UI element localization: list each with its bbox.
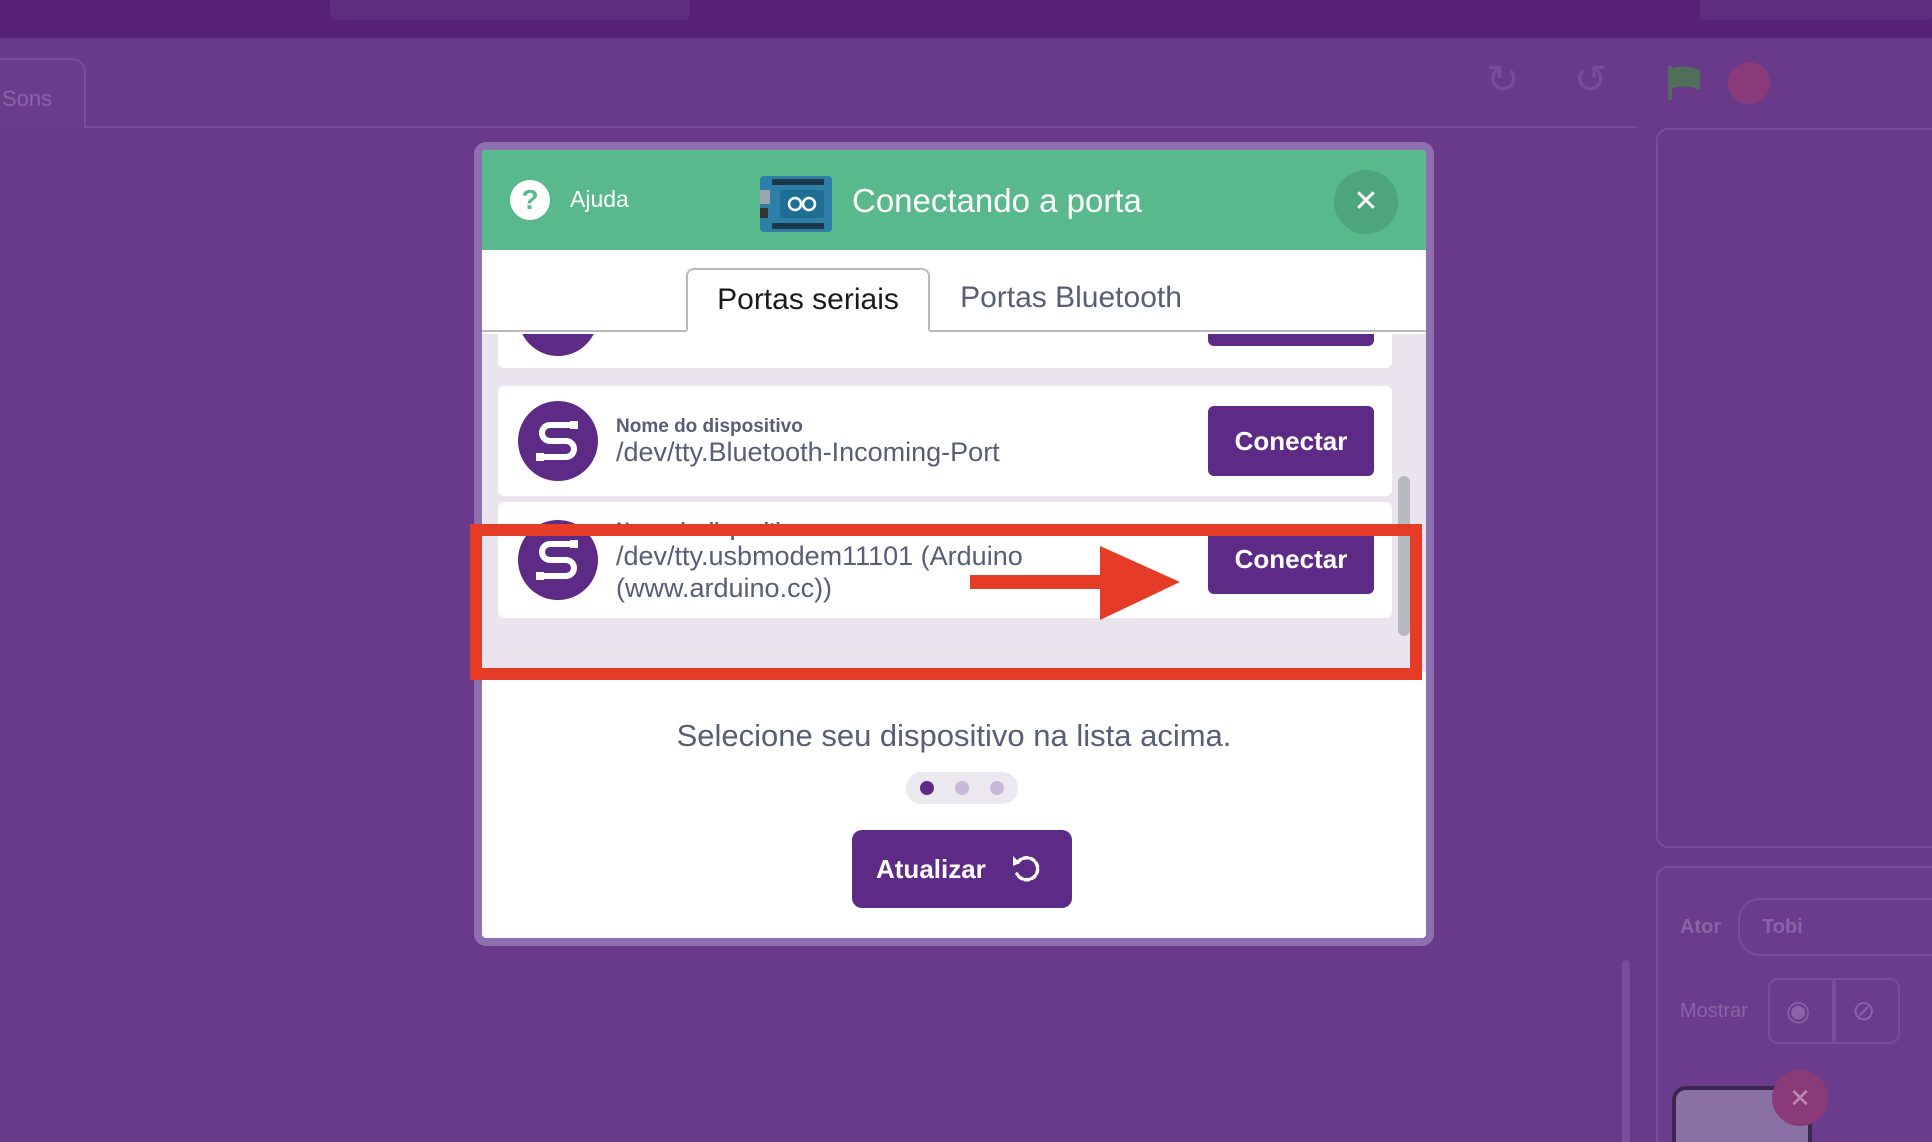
show-label: Mostrar (1680, 1000, 1748, 1022)
step-dot (920, 781, 934, 795)
step-dot (955, 781, 969, 795)
show-sprite-button[interactable]: ◉ (1768, 978, 1834, 1044)
modal-title: Conectando a porta (852, 182, 1142, 219)
menu-bar (0, 0, 1932, 38)
tab-divider (86, 126, 1636, 128)
sounds-tab-label: Sons (2, 86, 53, 111)
help-button-label[interactable]: Ajuda (570, 186, 629, 213)
trash-icon[interactable]: ✕ (1772, 1070, 1828, 1126)
sounds-tab[interactable]: Sons (0, 58, 86, 128)
stop-icon[interactable] (1728, 62, 1770, 104)
refresh-button[interactable]: Atualizar (852, 830, 1072, 908)
sprite-name: Tobi (1762, 916, 1803, 938)
refresh-icon (1013, 856, 1040, 882)
redo-icon[interactable]: ↻ (1486, 60, 1520, 100)
serial-icon (518, 401, 598, 481)
device-name: /dev/tty.Bluetooth-Incoming-Port (616, 437, 1000, 467)
arduino-board-icon (760, 176, 832, 232)
list-item (498, 334, 1392, 368)
highlight-box (470, 524, 1422, 680)
hide-sprite-button[interactable]: ⊘ (1834, 978, 1900, 1044)
eye-off-icon: ⊘ (1852, 995, 1876, 1026)
eye-icon: ◉ (1786, 995, 1811, 1026)
connect-button[interactable]: Conectar (1208, 406, 1374, 476)
tab-serial-ports-label: Portas seriais (717, 283, 899, 316)
connect-button[interactable] (1208, 334, 1374, 346)
close-button[interactable]: ✕ (1334, 170, 1398, 234)
green-flag-icon[interactable] (1666, 64, 1704, 100)
step-indicator (906, 772, 1018, 804)
sprite-label: Ator (1680, 916, 1722, 938)
help-icon[interactable]: ? (510, 180, 550, 220)
serial-icon (518, 334, 598, 356)
sprite-name-field[interactable]: Tobi (1738, 898, 1932, 956)
arrow-icon (970, 546, 1180, 620)
code-scrollbar[interactable] (1622, 960, 1630, 1142)
device-caption: Nome do dispositivo (616, 416, 803, 437)
close-icon: ✕ (1353, 185, 1379, 218)
instruction-text: Selecione seu dispositivo na lista acima… (676, 718, 1232, 753)
step-dot (990, 781, 1004, 795)
list-item: Nome do dispositivo /dev/tty.Bluetooth-I… (498, 386, 1392, 496)
stage-panel (1656, 128, 1932, 848)
modal-header: ? Ajuda Conectando a porta ✕ (482, 150, 1426, 250)
tab-serial-ports[interactable]: Portas seriais (686, 268, 930, 332)
port-tabs: Portas seriais Portas Bluetooth (482, 250, 1426, 334)
tabs-underline (482, 330, 1426, 332)
refresh-button-label: Atualizar (876, 854, 986, 884)
undo-icon[interactable]: ↺ (1574, 60, 1608, 100)
tab-bluetooth-ports[interactable]: Portas Bluetooth (936, 268, 1206, 330)
tab-bluetooth-ports-label: Portas Bluetooth (960, 281, 1182, 314)
